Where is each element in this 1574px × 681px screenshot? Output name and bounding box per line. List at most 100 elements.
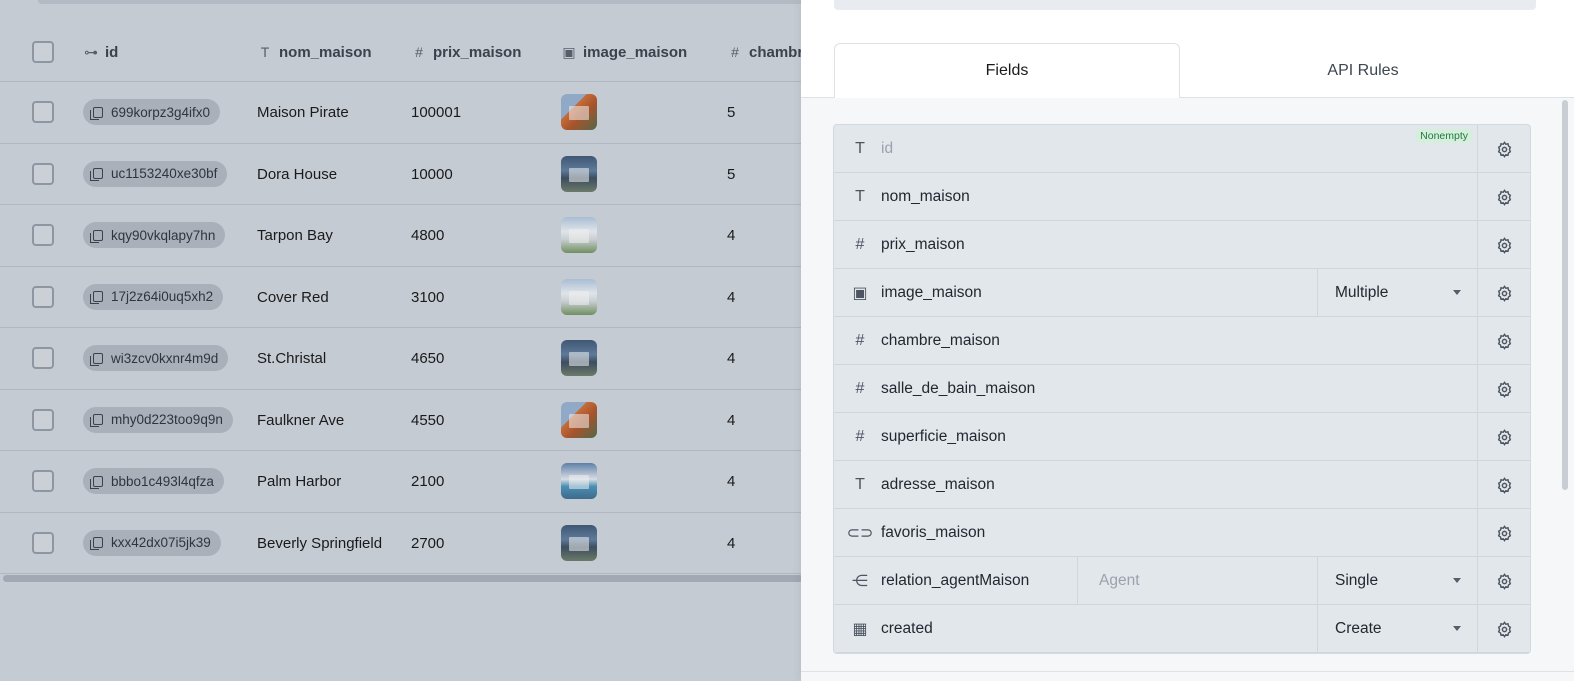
field-row-id[interactable]: Tid Nonempty <box>834 125 1530 173</box>
field-name: favoris_maison <box>881 523 986 541</box>
table-row[interactable]: kqy90vkqlapy7hn Tarpon Bay 4800 4 <box>0 205 805 267</box>
field-name: salle_de_bain_maison <box>881 379 1036 397</box>
number-icon: # <box>855 427 865 445</box>
column-header-chambre[interactable]: # chambr <box>727 44 803 61</box>
field-settings-button[interactable] <box>1477 173 1530 221</box>
table-row[interactable]: 17j2z64i0uq5xh2 Cover Red 3100 4 <box>0 267 805 328</box>
field-option-select[interactable]: Multiple <box>1317 269 1477 317</box>
field-row-favoris-maison[interactable]: ⊂⊃ favoris_maison <box>834 509 1530 557</box>
field-settings-button[interactable] <box>1477 317 1530 365</box>
nonempty-badge: Nonempty <box>1416 129 1472 143</box>
field-name: nom_maison <box>881 187 970 205</box>
field-row-adresse-maison[interactable]: Tadresse_maison <box>834 461 1530 509</box>
field-option-select[interactable]: Create <box>1317 605 1477 653</box>
cell-nom-maison: Beverly Springfield <box>257 534 383 552</box>
cell-prix-maison: 4800 <box>411 227 445 244</box>
field-settings-button[interactable] <box>1477 413 1530 461</box>
cell-chambre-maison: 5 <box>727 165 736 183</box>
tab-fields[interactable]: Fields <box>834 43 1180 99</box>
copy-icon <box>90 537 103 550</box>
row-checkbox[interactable] <box>32 408 54 431</box>
record-id-chip[interactable]: kqy90vkqlapy7hn <box>83 222 226 248</box>
house-thumbnail[interactable] <box>561 524 597 561</box>
cell-chambre-maison: 4 <box>727 288 736 306</box>
field-row-created[interactable]: ▦ created Create <box>834 605 1530 653</box>
field-settings-button[interactable] <box>1477 509 1530 557</box>
field-settings-button[interactable] <box>1477 221 1530 269</box>
relation-collection-select[interactable]: Agent <box>1077 557 1319 605</box>
field-settings-button[interactable] <box>1477 605 1530 653</box>
chevron-down-icon <box>1453 290 1461 295</box>
gear-icon <box>1497 236 1511 254</box>
house-thumbnail[interactable] <box>561 94 597 130</box>
text-icon: T <box>855 475 865 493</box>
table-row[interactable]: bbbo1c493l4qfza Palm Harbor 2100 4 <box>0 451 805 513</box>
table-row[interactable]: 699korpz3g4ifx0 Maison Pirate 100001 5 <box>0 82 805 144</box>
field-settings-button[interactable] <box>1477 269 1530 317</box>
record-id: uc1153240xe30bf <box>111 166 218 181</box>
calendar-icon: ▦ <box>852 620 868 638</box>
field-settings-button[interactable] <box>1477 125 1530 173</box>
cell-chambre-maison: 4 <box>727 411 736 429</box>
house-thumbnail[interactable] <box>561 340 597 376</box>
field-settings-button[interactable] <box>1477 557 1530 605</box>
row-checkbox[interactable] <box>32 347 54 369</box>
cell-chambre-maison: 4 <box>727 350 736 367</box>
field-row-prix-maison[interactable]: # prix_maison <box>834 221 1530 269</box>
table-row[interactable]: wi3zcv0kxnr4m9d St.Christal 4650 4 <box>0 328 805 390</box>
image-icon: ▣ <box>562 44 576 60</box>
gear-icon <box>1497 140 1511 158</box>
row-checkbox[interactable] <box>32 224 54 246</box>
field-row-nom-maison[interactable]: Tnom_maison <box>834 173 1530 221</box>
row-checkbox[interactable] <box>32 101 54 123</box>
cell-prix-maison: 2100 <box>411 473 445 490</box>
row-checkbox[interactable] <box>32 470 54 492</box>
cell-nom-maison: Maison Pirate <box>257 104 349 121</box>
cell-nom-maison: St.Christal <box>257 350 327 367</box>
record-id-chip[interactable]: 699korpz3g4ifx0 <box>83 99 221 125</box>
field-name: relation_agentMaison <box>881 571 1030 589</box>
row-checkbox[interactable] <box>32 285 54 308</box>
table-row[interactable]: uc1153240xe30bf Dora House 10000 5 <box>0 144 805 205</box>
cell-nom-maison: Cover Red <box>257 288 329 306</box>
row-checkbox[interactable] <box>32 531 54 554</box>
house-thumbnail[interactable] <box>561 155 597 192</box>
panel-header-edge <box>834 0 1536 10</box>
column-header-nom-maison[interactable]: Tnom_maison <box>257 44 372 61</box>
table-row[interactable]: mhy0d223too9q9n Faulkner Ave 4550 4 <box>0 390 805 451</box>
house-thumbnail[interactable] <box>561 463 597 499</box>
field-option-select[interactable]: Single <box>1317 557 1477 605</box>
record-id-chip[interactable]: 17j2z64i0uq5xh2 <box>83 283 224 310</box>
record-id-chip[interactable]: kxx42dx07i5jk39 <box>83 529 221 556</box>
house-thumbnail[interactable] <box>561 401 597 438</box>
column-header-prix-maison[interactable]: # prix_maison <box>411 44 521 61</box>
cell-prix-maison: 3100 <box>411 288 445 306</box>
record-id-chip[interactable]: wi3zcv0kxnr4m9d <box>83 345 229 371</box>
house-thumbnail[interactable] <box>561 278 597 315</box>
tab-api-rules[interactable]: API Rules <box>1180 43 1546 98</box>
row-checkbox[interactable] <box>32 162 54 185</box>
panel-vertical-scrollbar[interactable] <box>1562 100 1568 490</box>
copy-icon <box>90 291 103 304</box>
cell-prix-maison: 10000 <box>411 165 453 183</box>
field-row-superficie-maison[interactable]: # superficie_maison <box>834 413 1530 461</box>
record-id-chip[interactable]: uc1153240xe30bf <box>83 160 228 187</box>
copy-icon <box>90 229 103 243</box>
table-row[interactable]: kxx42dx07i5jk39 Beverly Springfield 2700 4 <box>0 513 805 574</box>
field-settings-button[interactable] <box>1477 365 1530 413</box>
house-thumbnail[interactable] <box>561 217 597 253</box>
text-icon: T <box>855 139 865 157</box>
select-all-checkbox[interactable] <box>32 41 54 63</box>
field-name: created <box>881 619 933 637</box>
field-row-image-maison[interactable]: ▣ image_maison Multiple <box>834 269 1530 317</box>
column-header-image-maison[interactable]: ▣ image_maison <box>561 44 687 61</box>
field-row-relation-agentMaison[interactable]: ⋲ relation_agentMaison Agent Single <box>834 557 1530 605</box>
field-row-salle-de-bain-maison[interactable]: # salle_de_bain_maison <box>834 365 1530 413</box>
table-horizontal-scrollbar[interactable] <box>3 575 803 582</box>
record-id-chip[interactable]: mhy0d223too9q9n <box>83 406 233 433</box>
record-id-chip[interactable]: bbbo1c493l4qfza <box>83 468 224 494</box>
column-header-id[interactable]: ⊶ id <box>83 44 118 61</box>
field-settings-button[interactable] <box>1477 461 1530 509</box>
copy-icon <box>90 414 103 427</box>
field-row-chambre-maison[interactable]: # chambre_maison <box>834 317 1530 365</box>
